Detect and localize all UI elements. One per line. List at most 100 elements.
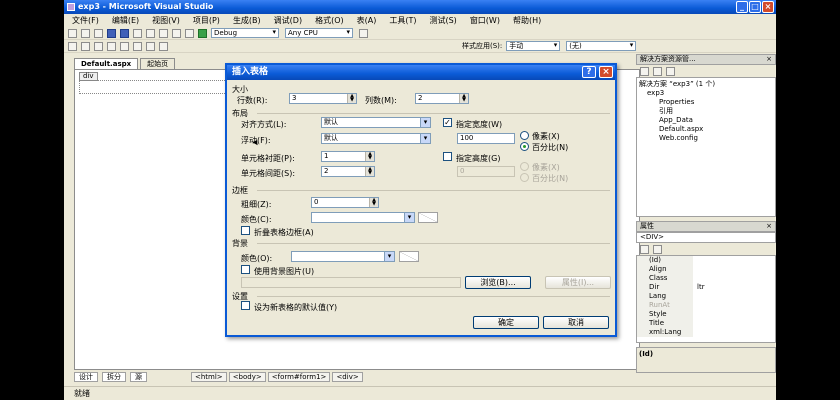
attributes-button[interactable]: 属性(I)... bbox=[545, 276, 611, 289]
dialog-close-button[interactable]: × bbox=[599, 66, 613, 78]
spacing-input[interactable]: 2 ▲ ▼ bbox=[321, 166, 375, 177]
spinner-icon[interactable]: ▲ ▼ bbox=[365, 152, 374, 161]
format-tool-icon[interactable] bbox=[146, 41, 155, 51]
property-value[interactable] bbox=[693, 256, 697, 265]
help-button[interactable]: ? bbox=[582, 66, 596, 78]
start-debug-icon[interactable] bbox=[198, 28, 207, 38]
thickness-input[interactable]: 0 ▲ ▼ bbox=[311, 197, 379, 208]
align-select[interactable]: 默认 ▾ bbox=[321, 117, 431, 128]
menu-view[interactable]: 视图(V) bbox=[152, 15, 180, 26]
format-tool-icon[interactable] bbox=[107, 41, 116, 51]
property-row[interactable]: Lang bbox=[637, 292, 775, 301]
refresh-icon[interactable] bbox=[666, 66, 675, 76]
spinner-icon[interactable]: ▲ ▼ bbox=[369, 198, 378, 207]
menu-help[interactable]: 帮助(H) bbox=[513, 15, 541, 26]
property-value[interactable] bbox=[693, 265, 697, 274]
tree-references[interactable]: 引用 bbox=[639, 107, 775, 116]
properties-icon[interactable] bbox=[640, 66, 649, 76]
width-percent-radio[interactable] bbox=[520, 142, 529, 151]
bg-color-select[interactable]: ▾ bbox=[291, 251, 395, 262]
property-value[interactable]: ltr bbox=[693, 283, 705, 292]
height-input[interactable]: 0 bbox=[457, 166, 515, 177]
cols-input[interactable]: 2 ▲ ▼ bbox=[415, 93, 469, 104]
crumb-body[interactable]: <body> bbox=[228, 372, 266, 382]
property-row[interactable]: xml:Lang bbox=[637, 328, 775, 337]
padding-input[interactable]: 1 ▲ ▼ bbox=[321, 151, 375, 162]
properties-object-combo[interactable]: <DIV> bbox=[636, 232, 776, 243]
menu-test[interactable]: 测试(S) bbox=[429, 15, 456, 26]
menu-debug[interactable]: 调试(D) bbox=[274, 15, 302, 26]
height-percent-radio[interactable] bbox=[520, 173, 529, 182]
format-tool-icon[interactable] bbox=[133, 41, 142, 51]
width-pixels-radio[interactable] bbox=[520, 131, 529, 140]
save-icon[interactable] bbox=[107, 28, 116, 38]
paste-icon[interactable] bbox=[159, 28, 168, 38]
menu-edit[interactable]: 编辑(E) bbox=[112, 15, 139, 26]
property-value[interactable] bbox=[693, 292, 697, 301]
property-value[interactable] bbox=[693, 301, 697, 310]
height-checkbox[interactable] bbox=[443, 152, 452, 161]
close-icon[interactable]: × bbox=[766, 55, 772, 64]
bg-color-picker[interactable] bbox=[399, 251, 419, 262]
chevron-down-icon[interactable]: ▾ bbox=[384, 252, 394, 261]
bg-image-checkbox[interactable] bbox=[241, 265, 250, 274]
rows-input[interactable]: 3 ▲ ▼ bbox=[289, 93, 357, 104]
property-row[interactable]: Dir ltr bbox=[637, 283, 775, 292]
tree-default-aspx[interactable]: Default.aspx bbox=[639, 125, 775, 134]
spinner-icon[interactable]: ▲ ▼ bbox=[459, 94, 468, 103]
menu-window[interactable]: 窗口(W) bbox=[470, 15, 500, 26]
format-tool-icon[interactable] bbox=[159, 41, 168, 51]
show-all-files-icon[interactable] bbox=[653, 66, 662, 76]
width-input[interactable]: 100 bbox=[457, 133, 515, 144]
width-checkbox[interactable]: ✓ bbox=[443, 118, 452, 127]
property-row[interactable]: Align bbox=[637, 265, 775, 274]
tree-solution[interactable]: 解决方案 “exp3” (1 个) bbox=[639, 80, 775, 89]
property-row[interactable]: Title bbox=[637, 319, 775, 328]
property-value[interactable] bbox=[693, 274, 697, 283]
style-combo[interactable]: (无) bbox=[566, 41, 637, 51]
menu-build[interactable]: 生成(B) bbox=[233, 15, 261, 26]
border-color-picker[interactable] bbox=[418, 212, 438, 223]
categorized-icon[interactable] bbox=[640, 244, 649, 254]
float-select[interactable]: 默认 ▾ bbox=[321, 133, 431, 144]
add-item-icon[interactable] bbox=[81, 28, 90, 38]
chevron-down-icon[interactable]: ▾ bbox=[404, 213, 414, 222]
minimize-button[interactable]: _ bbox=[736, 1, 748, 13]
platform-combo[interactable]: Any CPU bbox=[285, 28, 353, 38]
property-row[interactable]: Style bbox=[637, 310, 775, 319]
tree-web-config[interactable]: Web.config bbox=[639, 134, 775, 143]
config-combo[interactable]: Debug bbox=[211, 28, 279, 38]
menu-file[interactable]: 文件(F) bbox=[72, 15, 99, 26]
menu-tools[interactable]: 工具(T) bbox=[389, 15, 416, 26]
close-button[interactable]: × bbox=[762, 1, 774, 13]
crumb-form[interactable]: <form#form1> bbox=[267, 372, 331, 382]
div-element[interactable] bbox=[79, 80, 239, 94]
format-tool-icon[interactable] bbox=[68, 41, 77, 51]
collapse-border-checkbox[interactable] bbox=[241, 226, 250, 235]
find-icon[interactable] bbox=[359, 28, 368, 38]
menu-table[interactable]: 表(A) bbox=[357, 15, 377, 26]
property-row[interactable]: (Id) bbox=[637, 256, 775, 265]
property-row[interactable]: RunAt bbox=[637, 301, 775, 310]
design-view-tab[interactable]: 设计 bbox=[74, 372, 98, 382]
tab-start-page[interactable]: 起始页 bbox=[140, 58, 176, 69]
format-tool-icon[interactable] bbox=[81, 41, 90, 51]
new-project-icon[interactable] bbox=[68, 28, 77, 38]
property-value[interactable] bbox=[693, 328, 697, 337]
style-apply-combo[interactable]: 手动 bbox=[506, 41, 561, 51]
tree-properties[interactable]: Properties bbox=[639, 98, 775, 107]
tree-project[interactable]: exp3 bbox=[639, 89, 775, 98]
crumb-div[interactable]: <div> bbox=[332, 372, 363, 382]
browse-button[interactable]: 浏览(B)... bbox=[465, 276, 531, 289]
menu-format[interactable]: 格式(O) bbox=[315, 15, 344, 26]
save-all-icon[interactable] bbox=[120, 28, 129, 38]
alphabetical-icon[interactable] bbox=[653, 244, 662, 254]
tree-app-data[interactable]: App_Data bbox=[639, 116, 775, 125]
height-pixels-radio[interactable] bbox=[520, 162, 529, 171]
chevron-down-icon[interactable]: ▾ bbox=[420, 134, 430, 143]
border-color-select[interactable]: ▾ bbox=[311, 212, 415, 223]
menu-project[interactable]: 项目(P) bbox=[193, 15, 220, 26]
spinner-icon[interactable]: ▲ ▼ bbox=[365, 167, 374, 176]
tab-default-aspx[interactable]: Default.aspx bbox=[74, 58, 139, 69]
format-tool-icon[interactable] bbox=[120, 41, 129, 51]
